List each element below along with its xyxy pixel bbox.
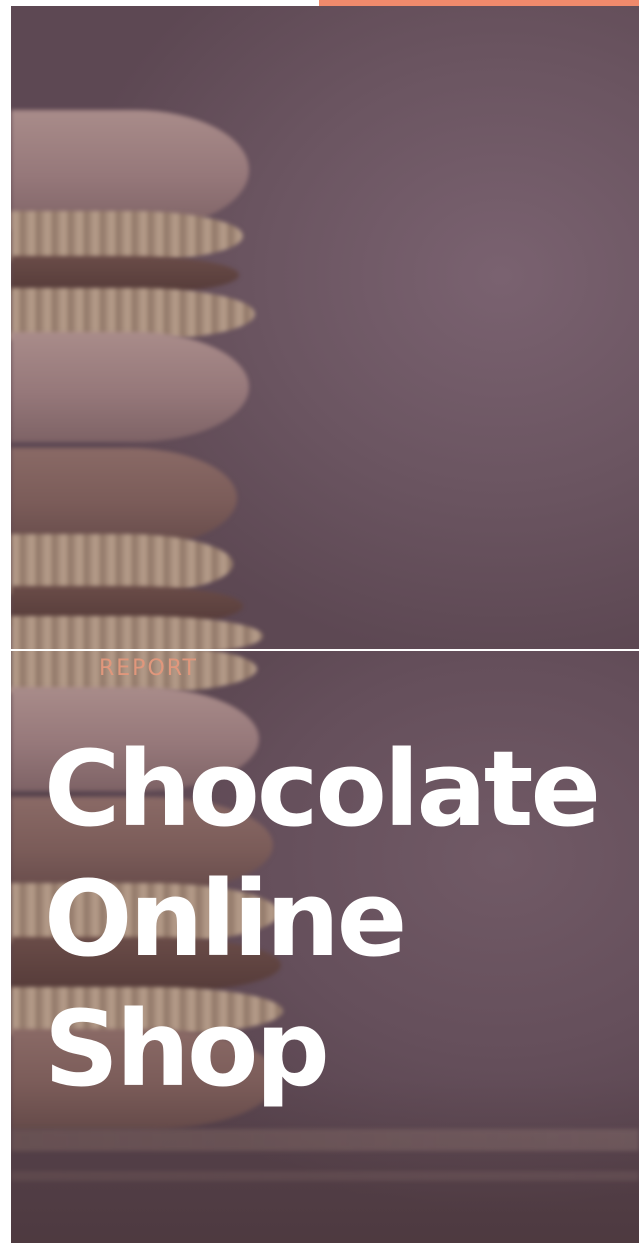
title-line-2: Online	[44, 858, 407, 980]
report-tag: REPORT	[99, 656, 198, 681]
report-cover-page: REPORT Chocolate Online Shop	[0, 0, 639, 1243]
cover-photo-top	[11, 6, 639, 649]
cover-title: Chocolate Online Shop	[44, 724, 634, 1114]
title-line-1: Chocolate	[44, 728, 601, 850]
title-line-3: Shop	[44, 988, 330, 1110]
